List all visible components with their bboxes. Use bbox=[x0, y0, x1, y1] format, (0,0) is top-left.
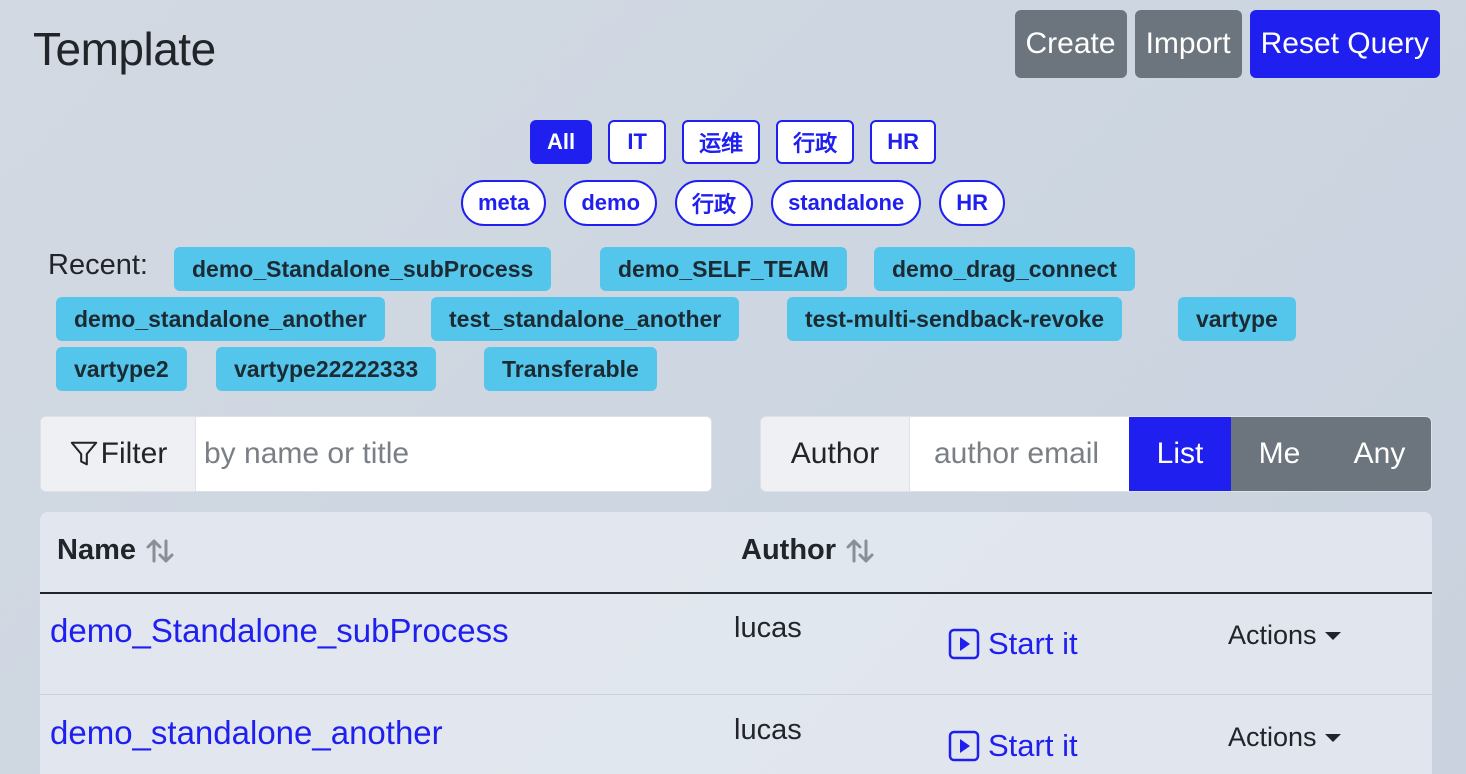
author-any-button[interactable]: Any bbox=[1328, 417, 1431, 491]
recent-chip[interactable]: vartype bbox=[1178, 297, 1296, 341]
recent-chip[interactable]: test_standalone_another bbox=[431, 297, 740, 341]
recent-chip[interactable]: demo_drag_connect bbox=[874, 247, 1135, 291]
tag-standalone[interactable]: standalone bbox=[771, 180, 922, 226]
template-name-link[interactable]: demo_Standalone_subProcess bbox=[50, 612, 509, 650]
template-author: lucas bbox=[734, 714, 802, 746]
caret-down-icon bbox=[1324, 631, 1341, 640]
header-actions: Create Import Reset Query bbox=[1014, 10, 1440, 78]
template-name-link[interactable]: demo_standalone_another bbox=[50, 714, 443, 752]
category-ops[interactable]: 运维 bbox=[682, 120, 761, 164]
table-header-rule bbox=[40, 592, 1432, 594]
tag-filter: meta demo 行政 standalone HR bbox=[0, 180, 1466, 226]
start-it-label: Start it bbox=[988, 728, 1078, 763]
import-button[interactable]: Import bbox=[1134, 10, 1242, 78]
play-square-icon bbox=[948, 730, 980, 762]
recent-chip[interactable]: vartype22222333 bbox=[216, 347, 437, 391]
name-column-header[interactable]: Name bbox=[57, 534, 176, 567]
recent-chip[interactable]: demo_SELF_TEAM bbox=[600, 247, 847, 291]
actions-dropdown[interactable]: Actions bbox=[1228, 620, 1341, 651]
page-title: Template bbox=[33, 23, 216, 75]
funnel-icon bbox=[70, 441, 97, 466]
tag-hr[interactable]: HR bbox=[939, 180, 1005, 226]
name-filter-input[interactable] bbox=[196, 417, 711, 491]
filter-label: Filter bbox=[100, 437, 168, 470]
author-me-button[interactable]: Me bbox=[1231, 417, 1328, 491]
reset-query-button[interactable]: Reset Query bbox=[1249, 10, 1440, 78]
category-it[interactable]: IT bbox=[608, 120, 667, 164]
category-hr[interactable]: HR bbox=[870, 120, 936, 164]
author-email-input[interactable] bbox=[910, 417, 1129, 491]
actions-dropdown[interactable]: Actions bbox=[1228, 722, 1341, 753]
tag-demo[interactable]: demo bbox=[564, 180, 658, 226]
recent-chip[interactable]: vartype2 bbox=[56, 347, 187, 391]
recent-chip[interactable]: test-multi-sendback-revoke bbox=[787, 297, 1123, 341]
tag-meta[interactable]: meta bbox=[461, 180, 547, 226]
actions-label: Actions bbox=[1228, 620, 1317, 650]
row-divider bbox=[40, 694, 1432, 695]
author-column-header[interactable]: Author bbox=[741, 534, 876, 567]
caret-down-icon bbox=[1324, 733, 1341, 742]
start-it-link[interactable]: Start it bbox=[948, 626, 1078, 662]
filter-addon: Filter bbox=[41, 417, 196, 491]
author-list-button[interactable]: List bbox=[1129, 417, 1231, 491]
author-filter-group: Author List Me Any bbox=[760, 416, 1432, 492]
category-admin[interactable]: 行政 bbox=[776, 120, 855, 164]
play-square-icon bbox=[948, 628, 980, 660]
author-header-label: Author bbox=[741, 534, 837, 566]
sort-arrows-icon[interactable] bbox=[844, 536, 876, 566]
tag-admin[interactable]: 行政 bbox=[675, 180, 754, 226]
name-header-label: Name bbox=[57, 534, 136, 566]
author-label: Author bbox=[761, 417, 910, 491]
actions-label: Actions bbox=[1228, 722, 1317, 752]
recent-label: Recent: bbox=[48, 249, 148, 281]
start-it-link[interactable]: Start it bbox=[948, 728, 1078, 764]
sort-arrows-icon[interactable] bbox=[144, 536, 176, 566]
start-it-label: Start it bbox=[988, 626, 1078, 661]
category-filter: All IT 运维 行政 HR bbox=[0, 120, 1466, 164]
template-author: lucas bbox=[734, 612, 802, 644]
recent-chip[interactable]: demo_standalone_another bbox=[56, 297, 385, 341]
recent-chip[interactable]: Transferable bbox=[484, 347, 657, 391]
create-button[interactable]: Create bbox=[1014, 10, 1127, 78]
template-table: Name Author demo_Standalone_subProcess l… bbox=[40, 512, 1432, 774]
name-filter-group: Filter bbox=[40, 416, 712, 492]
category-all[interactable]: All bbox=[530, 120, 593, 164]
recent-chip[interactable]: demo_Standalone_subProcess bbox=[174, 247, 552, 291]
